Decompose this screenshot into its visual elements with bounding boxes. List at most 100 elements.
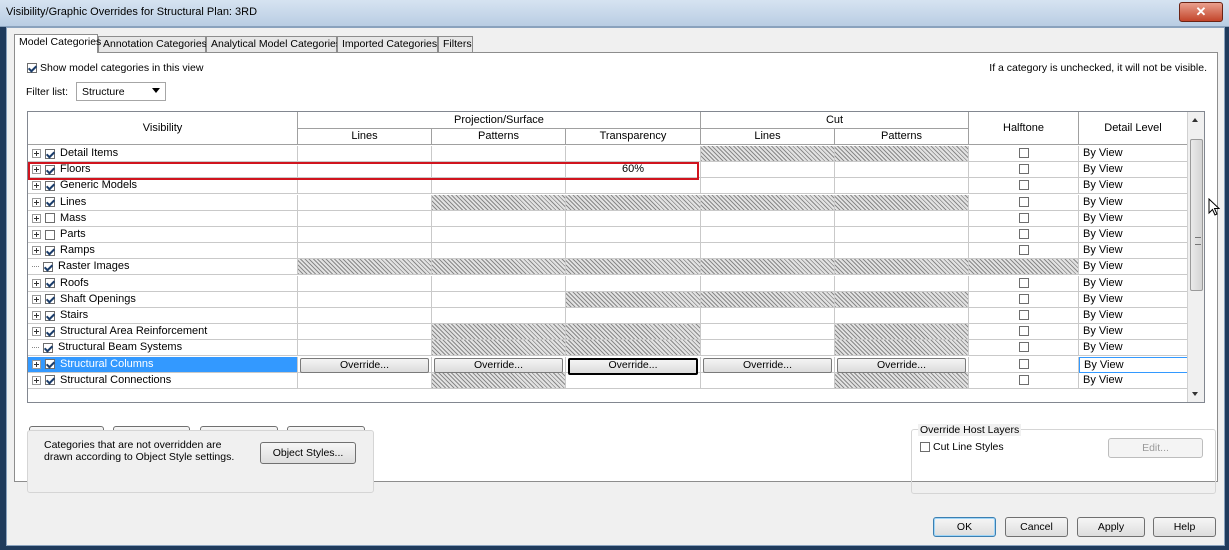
halftone-checkbox[interactable] [1018,326,1029,337]
visibility-checkbox[interactable] [45,180,55,191]
trans-cell[interactable] [566,259,701,276]
cut-line-styles-checkbox[interactable] [920,442,930,453]
halftone-checkbox[interactable] [1018,229,1029,240]
visibility-cell[interactable]: Structural Beam Systems [28,340,298,357]
trans-cell[interactable]: Override... [566,356,701,375]
detail-level-cell[interactable]: By View [1079,291,1188,308]
plines-cell[interactable] [298,372,432,389]
clines-cell[interactable] [701,178,835,195]
trans-cell[interactable] [566,275,701,292]
visibility-checkbox[interactable] [45,375,55,386]
halftone-cell[interactable] [969,178,1079,195]
categories-grid[interactable]: Visibility Projection/Surface Cut Lines … [27,111,1205,403]
expand-plus-icon[interactable] [32,375,41,385]
cpat-cell[interactable] [835,194,969,211]
clines-cell[interactable] [701,259,835,276]
halftone-checkbox[interactable] [1018,310,1029,321]
apply-button[interactable]: Apply [1077,517,1145,537]
cpat-cell[interactable]: Override... [835,356,969,373]
halftone-checkbox[interactable] [1018,358,1029,369]
halftone-checkbox[interactable] [1018,277,1029,288]
detail-level-cell[interactable]: By View [1079,162,1188,179]
tab-model-categories[interactable]: Model Categories [14,34,101,53]
table-row[interactable]: Roofs By View [28,275,1188,292]
ppat-cell[interactable] [432,243,566,260]
ppat-cell[interactable] [432,178,566,195]
expand-plus-icon[interactable] [32,311,41,320]
halftone-cell[interactable] [969,227,1079,243]
table-row[interactable]: Generic Models By View [28,178,1188,195]
cpat-cell[interactable] [835,340,969,357]
detail-level-cell[interactable]: By View [1079,356,1188,373]
cpat-cell[interactable] [835,210,969,227]
visibility-cell[interactable]: Structural Connections [28,372,298,389]
table-row[interactable]: Shaft Openings By View [28,291,1188,308]
expand-plus-icon[interactable] [32,359,41,369]
halftone-cell[interactable] [969,210,1079,227]
ppat-cell[interactable] [432,340,566,357]
visibility-cell[interactable]: Raster Images [28,259,298,276]
cpat-cell[interactable] [835,372,969,389]
table-row[interactable]: Structural Connections By View [28,372,1188,389]
clines-cell[interactable] [701,210,835,227]
clines-cell[interactable] [701,308,835,324]
expand-plus-icon[interactable] [32,197,41,207]
plines-cell[interactable] [298,178,432,195]
edit-button[interactable]: Edit... [1108,438,1203,458]
ppat-cell[interactable] [432,210,566,227]
clines-cell[interactable] [701,243,835,260]
halftone-cell[interactable] [969,194,1079,211]
clines-cell[interactable] [701,227,835,243]
trans-cell[interactable] [566,178,701,195]
halftone-cell[interactable] [969,340,1079,357]
table-row[interactable]: Structural Columns Override... Override...… [28,356,1188,375]
visibility-cell[interactable]: Roofs [28,275,298,292]
cpat-cell[interactable] [835,308,969,324]
cpat-cell[interactable] [835,324,969,341]
plines-cell[interactable] [298,210,432,227]
cpat-cell[interactable] [835,259,969,276]
detail-level-cell[interactable]: By View [1079,178,1188,195]
plines-cell[interactable] [298,340,432,357]
visibility-checkbox[interactable] [45,229,55,240]
plines-cell[interactable] [298,227,432,243]
plines-cell[interactable] [298,324,432,341]
cpat-cell[interactable] [835,243,969,260]
halftone-checkbox[interactable] [1018,148,1029,159]
ppat-cell[interactable] [432,227,566,243]
cpat-cell[interactable] [835,227,969,243]
visibility-cell[interactable]: Mass [28,210,298,227]
ppat-cell[interactable] [432,259,566,276]
visibility-checkbox[interactable] [45,245,55,256]
ppat-cell[interactable] [432,146,566,162]
halftone-cell[interactable] [969,308,1079,324]
visibility-cell[interactable]: Structural Columns [28,356,298,373]
detail-level-cell[interactable]: By View [1079,308,1188,324]
trans-cell[interactable] [566,210,701,227]
visibility-checkbox[interactable] [45,359,55,370]
cpat-cell[interactable] [835,275,969,292]
plines-cell[interactable] [298,146,432,162]
cpat-cell[interactable] [835,162,969,179]
halftone-checkbox[interactable] [1018,374,1029,385]
object-styles-button[interactable]: Object Styles... [260,442,356,464]
halftone-checkbox[interactable] [1018,342,1029,353]
halftone-cell[interactable] [969,259,1079,276]
clines-cell[interactable] [701,194,835,211]
visibility-checkbox[interactable] [45,294,55,305]
plines-cell[interactable] [298,194,432,211]
help-button[interactable]: Help [1153,517,1216,537]
tab-imported-categories[interactable]: Imported Categories [337,36,438,52]
visibility-cell[interactable]: Shaft Openings [28,291,298,308]
override-button[interactable]: Override... [703,357,832,373]
visibility-checkbox[interactable] [45,310,55,321]
detail-level-cell[interactable]: By View [1079,259,1188,276]
plines-cell[interactable] [298,259,432,276]
visibility-cell[interactable]: Parts [28,227,298,243]
trans-cell[interactable] [566,146,701,162]
detail-level-cell[interactable]: By View [1079,324,1188,341]
trans-cell[interactable] [566,243,701,260]
halftone-cell[interactable] [969,291,1079,308]
visibility-checkbox[interactable] [43,342,53,353]
table-row[interactable]: Structural Area Reinforcement By View [28,324,1188,341]
